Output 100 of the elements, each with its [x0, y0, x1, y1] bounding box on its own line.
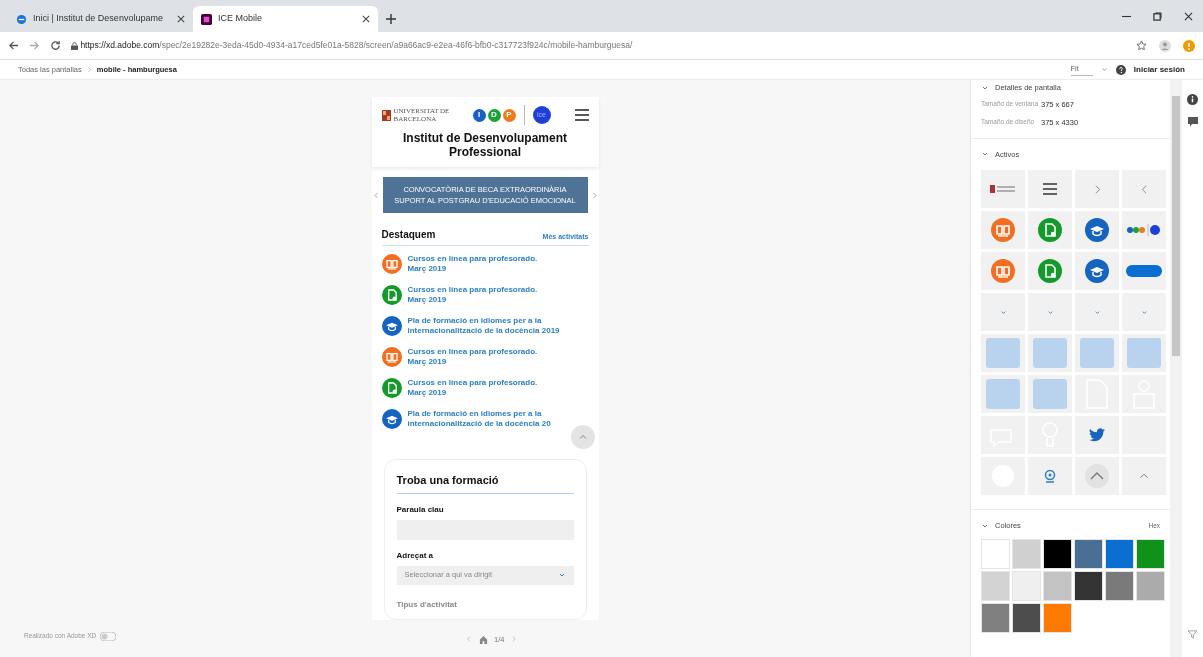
- info-icon[interactable]: [1187, 94, 1198, 105]
- open-book-icon: [381, 347, 402, 367]
- section-title: Destaquem: [381, 228, 436, 242]
- logo-dot: I: [472, 108, 486, 122]
- activity-link[interactable]: Cursos en línea para profesorado. Març 2019: [407, 378, 538, 398]
- placeholder-image-icon: [986, 379, 1020, 409]
- lock-icon: [71, 41, 78, 50]
- document-icon: [1038, 218, 1062, 242]
- asset-tile[interactable]: [981, 211, 1025, 249]
- color-swatch[interactable]: [1136, 571, 1165, 602]
- graduation-cap-icon: [1085, 218, 1109, 242]
- reload-icon[interactable]: [50, 40, 61, 51]
- menu-icon[interactable]: [574, 109, 589, 121]
- filter-icon[interactable]: [1188, 630, 1197, 639]
- asset-tile[interactable]: [981, 375, 1025, 413]
- asset-tile[interactable]: [1122, 293, 1166, 331]
- document-icon: [381, 378, 402, 398]
- asset-tile[interactable]: [1122, 334, 1166, 372]
- asset-tile[interactable]: [1075, 416, 1119, 454]
- asset-tile[interactable]: [1028, 170, 1072, 208]
- color-swatch[interactable]: [1012, 603, 1041, 634]
- asset-tile[interactable]: [981, 170, 1025, 208]
- color-swatch[interactable]: [1074, 571, 1103, 602]
- activity-link[interactable]: Pla de formació en idiomes per a la internacionalització de la docència 20: [407, 409, 551, 429]
- university-logo-icon: [990, 185, 1016, 193]
- forward-arrow-icon[interactable]: [29, 40, 40, 51]
- asset-tile[interactable]: [1028, 252, 1072, 290]
- browser-tab[interactable]: Inici | Institut de Desenvolupame: [8, 6, 193, 32]
- scroll-bar[interactable]: [1170, 80, 1182, 657]
- asset-tile[interactable]: [1075, 211, 1119, 249]
- browser-tab[interactable]: ICE Mobile: [193, 6, 378, 32]
- asset-tile[interactable]: [1028, 211, 1072, 249]
- asset-tile[interactable]: [1028, 334, 1072, 372]
- star-icon[interactable]: [1136, 40, 1147, 51]
- asset-tile[interactable]: [1122, 211, 1166, 249]
- document-icon: [1038, 259, 1062, 283]
- tab-title: ICE Mobile: [218, 12, 263, 26]
- color-swatch[interactable]: [981, 539, 1010, 570]
- color-swatch[interactable]: [981, 603, 1010, 634]
- close-icon[interactable]: [362, 15, 370, 23]
- chevron-down-icon: [557, 571, 566, 579]
- asset-tile[interactable]: [981, 252, 1025, 290]
- chevron-down-icon: [1100, 66, 1108, 73]
- next-icon: [510, 635, 519, 644]
- asset-tile[interactable]: [1075, 457, 1119, 495]
- color-swatch[interactable]: [981, 571, 1010, 602]
- close-icon[interactable]: [177, 15, 185, 23]
- restore-icon[interactable]: [1153, 11, 1162, 21]
- open-book-icon: [991, 218, 1015, 242]
- color-swatch[interactable]: [1105, 539, 1134, 570]
- home-icon[interactable]: [479, 634, 488, 644]
- color-swatch[interactable]: [1105, 571, 1134, 602]
- asset-tile[interactable]: [1075, 170, 1119, 208]
- toggle-icon[interactable]: [100, 631, 117, 641]
- open-book-icon: [991, 259, 1015, 283]
- help-icon[interactable]: [1115, 64, 1126, 75]
- scroll-up-button[interactable]: [570, 425, 595, 449]
- profile-icon[interactable]: [1159, 39, 1171, 52]
- asset-tile[interactable]: [1075, 293, 1119, 331]
- activity-link[interactable]: Cursos en línea para profesorado. Març 2019: [407, 254, 538, 274]
- chevron-down-icon: [1140, 308, 1148, 316]
- activity-link[interactable]: Cursos en línea para profesorado. Març 2019: [407, 285, 538, 305]
- graduation-cap-icon: [381, 409, 402, 429]
- chevron-down-icon: [1046, 308, 1054, 316]
- asset-tile[interactable]: [981, 293, 1025, 331]
- page-title: Institut de Desenvolupament Professional: [402, 131, 568, 159]
- bird-icon: [1089, 428, 1105, 442]
- previous-icon: [465, 635, 473, 644]
- asset-tile[interactable]: [1122, 170, 1166, 208]
- asset-tile[interactable]: [1028, 293, 1072, 331]
- open-book-icon: [381, 254, 402, 274]
- app-logo-icon: [201, 13, 212, 25]
- activity-link[interactable]: Cursos en línea para profesorado. Març 2019: [407, 347, 538, 367]
- alert-icon[interactable]: [1183, 39, 1195, 52]
- address-field[interactable]: https://xd.adobe.com/spec/2e19282e-3eda-45d0-4934-a17ced5fe01a-5828/screen/a9a66ac9-e2ea-46f6-bfb0-c317723f924c/mobile-hamburguesa/: [71, 39, 633, 52]
- chevron-left-icon: [371, 190, 381, 200]
- asset-tile[interactable]: [981, 334, 1025, 372]
- asset-tile[interactable]: [1028, 375, 1072, 413]
- color-swatch[interactable]: [1043, 571, 1072, 602]
- tab-title: Inici | Institut de Desenvolupame: [33, 12, 164, 26]
- color-swatch[interactable]: [1043, 603, 1072, 634]
- color-swatch[interactable]: [1012, 539, 1041, 570]
- back-arrow-icon[interactable]: [8, 40, 19, 51]
- color-swatch[interactable]: [1043, 539, 1072, 570]
- logo-dot: P: [502, 108, 516, 122]
- color-swatch[interactable]: [1136, 539, 1165, 570]
- comment-icon[interactable]: [1187, 117, 1198, 127]
- asset-tile[interactable]: [1122, 252, 1166, 290]
- plus-icon[interactable]: [386, 14, 396, 24]
- chevron-down-icon: [1093, 308, 1101, 316]
- asset-tile[interactable]: [1028, 457, 1072, 495]
- activity-link[interactable]: Pla de formació en idiomes per a la internacionalització de la docència 2019: [407, 316, 560, 336]
- close-icon[interactable]: [1184, 11, 1193, 21]
- asset-tile[interactable]: [1075, 252, 1119, 290]
- graduation-cap-icon: [381, 316, 402, 336]
- color-swatch[interactable]: [1012, 571, 1041, 602]
- asset-tile[interactable]: [1075, 334, 1119, 372]
- color-swatch[interactable]: [1074, 539, 1103, 570]
- sign-in-link[interactable]: Iniciar sesión: [1133, 63, 1185, 76]
- asset-tile[interactable]: [1122, 457, 1166, 495]
